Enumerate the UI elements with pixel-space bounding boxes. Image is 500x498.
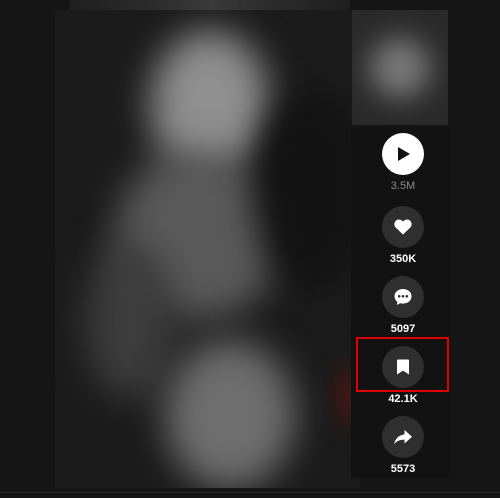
action-bar: 3.5M 350K 5097 42.1K 5573	[351, 127, 450, 478]
comment-icon	[394, 289, 412, 305]
bookmark-icon	[397, 359, 409, 375]
play-button[interactable]	[382, 133, 424, 175]
thumbnail-blur	[370, 38, 430, 98]
share-action: 5573	[351, 416, 455, 476]
previous-video-preview[interactable]	[70, 0, 350, 10]
play-icon	[398, 147, 410, 161]
share-icon	[394, 430, 412, 445]
comment-count: 5097	[390, 323, 416, 335]
comment-action: 5097	[351, 276, 455, 336]
video-frame-blur	[165, 340, 295, 488]
bookmark-action: 42.1K	[351, 346, 455, 406]
video-feed-page: 3.5M 350K 5097 42.1K 5573	[0, 0, 500, 498]
like-count: 350K	[389, 253, 417, 265]
views-count: 3.5M	[390, 180, 416, 192]
divider	[0, 492, 500, 493]
bookmark-count: 42.1K	[388, 393, 418, 405]
like-action: 350K	[351, 206, 455, 266]
video-frame-blur	[255, 90, 360, 290]
next-video-thumbnail[interactable]	[352, 10, 448, 125]
share-count: 5573	[390, 463, 416, 475]
views-action: 3.5M	[351, 133, 455, 193]
comment-button[interactable]	[382, 276, 424, 318]
video-player[interactable]	[55, 10, 360, 488]
video-frame-blur	[85, 240, 175, 400]
share-button[interactable]	[382, 416, 424, 458]
heart-icon	[394, 219, 412, 235]
bookmark-button[interactable]	[382, 346, 424, 388]
like-button[interactable]	[382, 206, 424, 248]
